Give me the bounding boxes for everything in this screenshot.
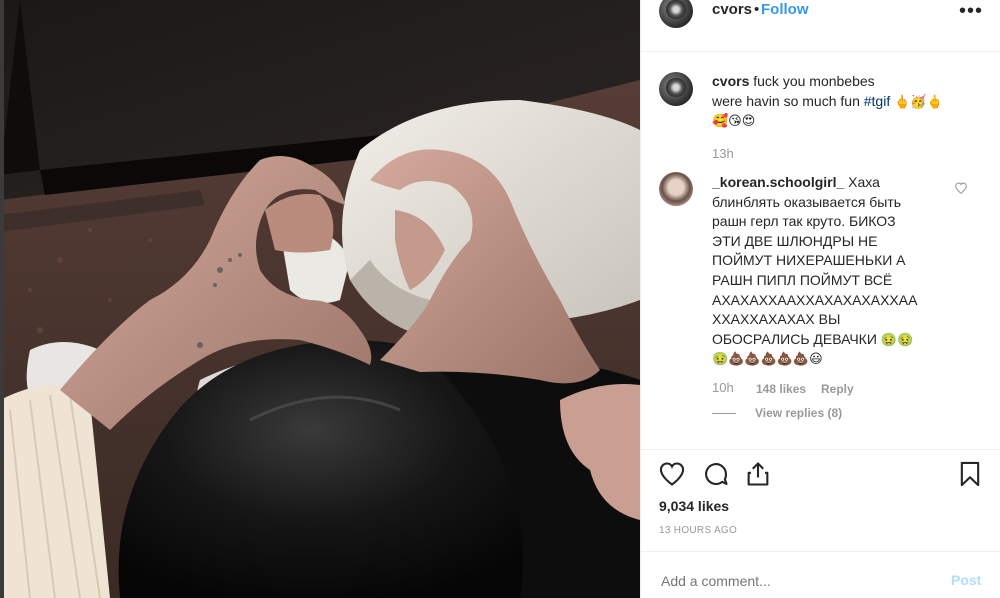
comment-text: _korean.schoolgirl_ Хаха блинблять оказы… <box>712 173 952 369</box>
caption-avatar[interactable] <box>659 72 693 106</box>
comment-line-6: АХАХАХХААХХАХАХАХАХХАА <box>712 291 918 308</box>
comment-line-0: Хаха <box>848 174 880 190</box>
post-time-ago[interactable]: 13 HOURS AGO <box>659 525 737 536</box>
reply-button[interactable]: Reply <box>821 382 854 396</box>
hashtag-link[interactable]: #tgif <box>864 93 890 109</box>
follow-button[interactable]: Follow <box>761 1 809 18</box>
post-photo[interactable] <box>0 0 640 598</box>
commenter-avatar[interactable] <box>659 172 693 206</box>
add-comment-input[interactable] <box>659 572 933 590</box>
actions-divider <box>641 449 1000 450</box>
window-edge <box>0 0 4 598</box>
likes-count[interactable]: 9,034 likes <box>659 498 729 514</box>
comment-like-heart-icon[interactable] <box>954 181 968 195</box>
caption-username[interactable]: cvors <box>712 73 749 89</box>
caption-emojis-2: 🥰😘😍 <box>712 113 756 129</box>
bookmark-icon[interactable] <box>956 460 984 488</box>
comment-line-2: рашн герл так круто. БИКОЗ <box>712 213 896 230</box>
comment-bubble-icon[interactable] <box>702 460 730 488</box>
caption: cvors fuck you monbebes were havin so mu… <box>712 72 982 131</box>
comment-line-5: РАШН ПИПЛ ПОЙМУТ ВСЁ <box>712 271 893 288</box>
comment-line-3: ЭТИ ДВЕ ШЛЮНДРЫ НЕ <box>712 232 878 249</box>
view-replies-button[interactable]: View replies (8) <box>755 406 842 420</box>
caption-emojis-1: 🖕🥳🖕 <box>894 93 943 109</box>
replies-line <box>712 413 736 414</box>
commenter-username[interactable]: _korean.schoolgirl_ <box>712 174 844 190</box>
comment-line-1: блинблять оказывается быть <box>712 193 902 210</box>
caption-line2: were havin so much fun <box>712 92 860 109</box>
like-heart-icon[interactable] <box>658 460 686 488</box>
header-divider <box>641 51 1000 52</box>
more-dots-icon[interactable]: ••• <box>959 0 983 23</box>
post-details-panel: cvors • Follow ••• cvors fuck you monbeb… <box>640 0 1000 598</box>
author-avatar[interactable] <box>659 0 693 28</box>
share-icon[interactable] <box>744 460 772 488</box>
author-username[interactable]: cvors <box>712 1 752 18</box>
comment-box-divider <box>641 551 1000 552</box>
comment-time[interactable]: 10h <box>712 380 734 395</box>
comment-emojis-a: 🤢🤢 <box>880 331 914 347</box>
photo-illustration <box>0 0 640 598</box>
caption-line1: fuck you monbebes <box>753 73 875 89</box>
comment-line-4: ПОЙМУТ НИХЕРАШЕНЬКИ А <box>712 252 906 269</box>
comment-line-8: ОБОСРАЛИСЬ ДЕВАЧКИ <box>712 330 877 347</box>
comment-line-7: ХХАХХАХАХАХ ВЫ <box>712 311 841 328</box>
separator-dot: • <box>754 1 760 18</box>
post-comment-button[interactable]: Post <box>951 572 981 588</box>
comment-emojis-b: 🤢💩💩💩💩💩😃 <box>712 351 823 367</box>
caption-time[interactable]: 13h <box>712 146 734 161</box>
comment-likes[interactable]: 148 likes <box>756 382 806 396</box>
